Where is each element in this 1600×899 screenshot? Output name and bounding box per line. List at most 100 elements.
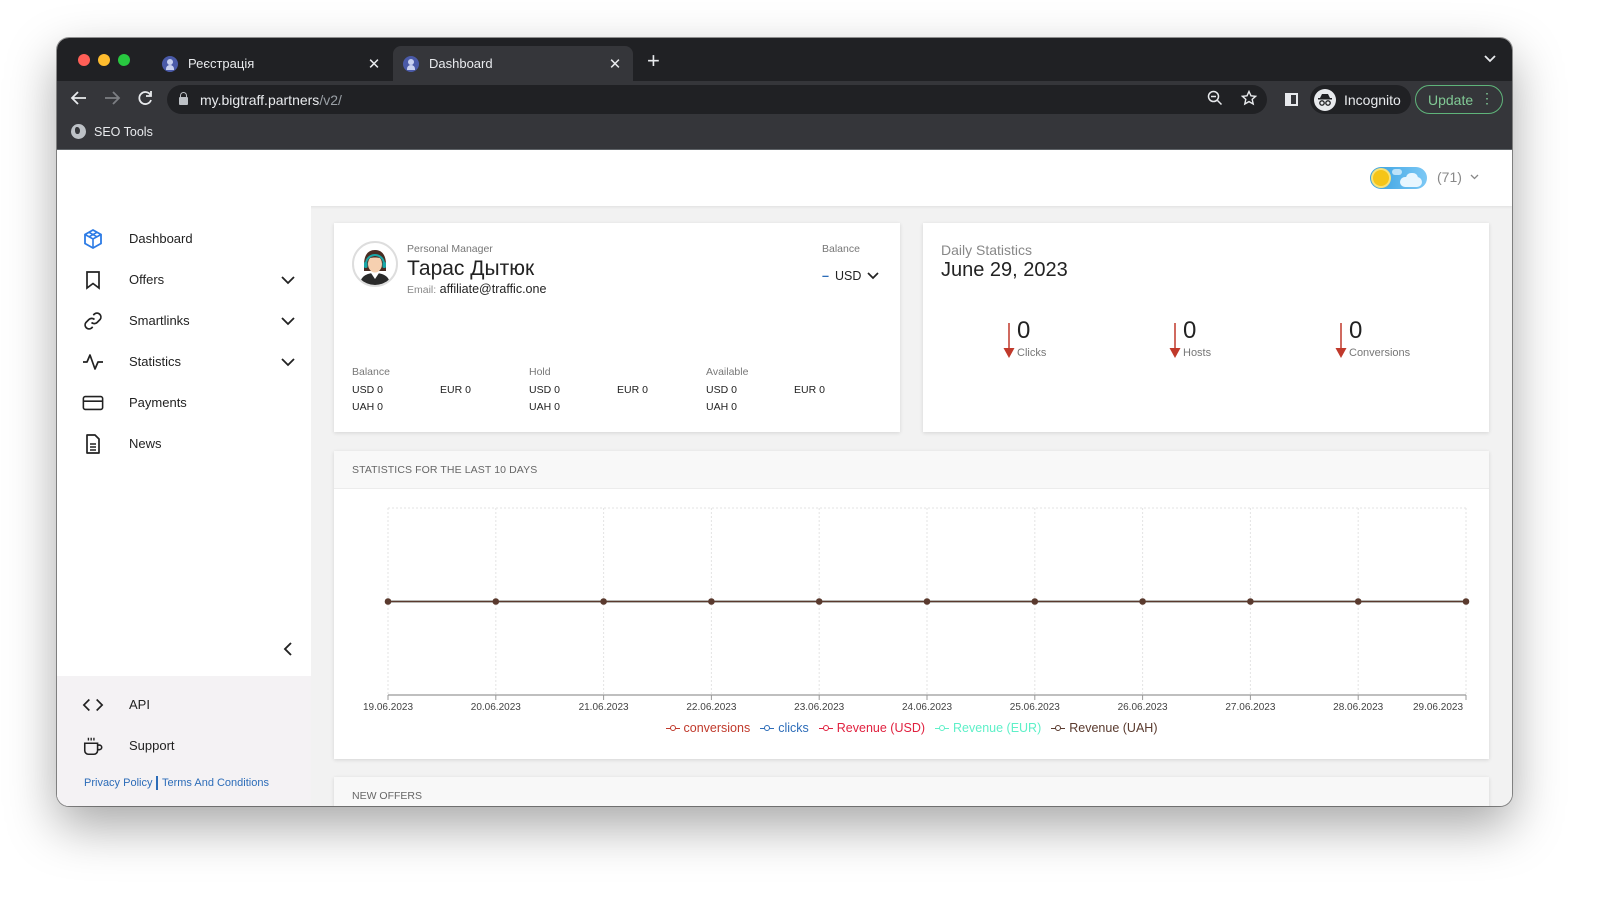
sidebar-item-dashboard[interactable]: Dashboard bbox=[57, 218, 311, 259]
notifications-count: (71) bbox=[1437, 169, 1462, 185]
sidebar-item-label: API bbox=[129, 697, 150, 712]
update-button[interactable]: Update ⋮ bbox=[1415, 85, 1503, 114]
bookmark-label: SEO Tools bbox=[94, 124, 153, 139]
currency-select[interactable]: – USD bbox=[822, 269, 879, 283]
sidebar-item-label: Payments bbox=[129, 395, 187, 410]
sidebar-item-support[interactable]: Support bbox=[57, 725, 311, 766]
more-menu-icon[interactable]: ⋮ bbox=[1480, 90, 1494, 107]
profile-button[interactable]: Incognito bbox=[1310, 85, 1411, 114]
x-tick-label: 24.06.2023 bbox=[902, 702, 952, 713]
sidebar-item-payments[interactable]: Payments bbox=[57, 382, 311, 423]
sidebar: Dashboard Offers Smartlinks Statistics P… bbox=[57, 206, 311, 806]
sidebar-item-smartlinks[interactable]: Smartlinks bbox=[57, 300, 311, 341]
x-tick-label: 27.06.2023 bbox=[1225, 702, 1275, 713]
profile-label: Incognito bbox=[1344, 91, 1401, 108]
sidebar-item-label: Offers bbox=[129, 272, 165, 287]
sidebar-item-label: Statistics bbox=[129, 354, 182, 369]
tab-search-chevron-icon[interactable] bbox=[1484, 52, 1496, 66]
user-menu[interactable]: (71) bbox=[1437, 169, 1479, 185]
legend-item[interactable]: conversions bbox=[665, 721, 751, 735]
arrow-down-icon bbox=[1335, 323, 1347, 358]
update-label: Update bbox=[1428, 91, 1474, 108]
close-window-button[interactable] bbox=[78, 54, 90, 66]
cloud-icon bbox=[1406, 173, 1418, 183]
bookmark-seo-tools[interactable]: SEO Tools bbox=[71, 124, 153, 139]
data-point bbox=[1462, 598, 1470, 605]
sidebar-item-api[interactable]: API bbox=[57, 684, 311, 725]
manager-card: Personal Manager Тарас Дытюк Email: affi… bbox=[334, 223, 900, 432]
close-tab-icon[interactable]: ✕ bbox=[607, 55, 623, 73]
theme-toggle[interactable] bbox=[1370, 167, 1427, 189]
legend-label: Revenue (EUR) bbox=[953, 721, 1042, 735]
legend-item[interactable]: Revenue (UAH) bbox=[1051, 721, 1157, 735]
manager-email-row: Email: affiliate@traffic.one bbox=[407, 282, 546, 296]
app-header: (71) bbox=[57, 150, 1512, 206]
stat-clicks: 0 Clicks bbox=[1003, 317, 1143, 367]
sidebar-item-label: News bbox=[129, 436, 162, 451]
privacy-policy-link[interactable]: Privacy Policy bbox=[84, 777, 152, 789]
sidebar-item-statistics[interactable]: Statistics bbox=[57, 341, 311, 382]
close-tab-icon[interactable]: ✕ bbox=[366, 55, 382, 73]
bookmark-star-icon[interactable] bbox=[1240, 89, 1258, 110]
legend-label: Revenue (UAH) bbox=[1069, 721, 1158, 735]
hold-eur: EUR 0 bbox=[617, 383, 648, 396]
manager-email[interactable]: affiliate@traffic.one bbox=[440, 282, 547, 296]
chevron-down-icon[interactable] bbox=[279, 353, 297, 371]
legend-marker-icon bbox=[818, 724, 833, 732]
chevron-down-icon[interactable] bbox=[279, 312, 297, 330]
back-button[interactable] bbox=[70, 89, 88, 111]
sidebar-item-label: Smartlinks bbox=[129, 313, 190, 328]
sidebar-item-offers[interactable]: Offers bbox=[57, 259, 311, 300]
data-point bbox=[923, 598, 931, 605]
stat-value: 0 bbox=[1017, 317, 1031, 344]
stat-value: 0 bbox=[1183, 317, 1197, 344]
chevron-down-icon bbox=[867, 272, 879, 280]
legend-item[interactable]: Revenue (USD) bbox=[818, 721, 925, 735]
tab-registration[interactable]: Реєстрація ✕ bbox=[152, 46, 392, 81]
data-point bbox=[1354, 598, 1362, 605]
legend-item[interactable]: clicks bbox=[760, 721, 809, 735]
daily-statistics-label: Daily Statistics bbox=[941, 242, 1033, 258]
site-favicon-icon bbox=[162, 55, 178, 72]
legend-label: conversions bbox=[683, 721, 751, 735]
collapse-sidebar-button[interactable] bbox=[279, 640, 297, 658]
x-tick-label: 23.06.2023 bbox=[794, 702, 844, 713]
browser-toolbar: my.bigtraff.partners/v2/ Incognito Updat… bbox=[57, 81, 1512, 118]
currency-select-label: Balance bbox=[822, 243, 860, 255]
balance-uah: UAH 0 bbox=[352, 400, 383, 413]
legend-marker-icon bbox=[665, 724, 680, 732]
zoom-out-icon[interactable] bbox=[1207, 90, 1223, 110]
tab-dashboard[interactable]: Dashboard ✕ bbox=[393, 46, 633, 81]
link-icon bbox=[82, 310, 104, 332]
available-eur: EUR 0 bbox=[794, 383, 825, 396]
reload-button[interactable] bbox=[136, 89, 154, 111]
lock-icon bbox=[179, 92, 188, 105]
statistics-chart-card: STATISTICS FOR THE LAST 10 DAYS 19.06.20… bbox=[334, 451, 1489, 759]
cube-icon bbox=[82, 228, 104, 250]
address-bar[interactable]: my.bigtraff.partners/v2/ bbox=[167, 85, 1267, 114]
site-favicon-icon bbox=[403, 55, 419, 72]
divider bbox=[156, 776, 158, 790]
maximize-window-button[interactable] bbox=[118, 54, 130, 66]
minimize-window-button[interactable] bbox=[98, 54, 110, 66]
terms-link[interactable]: Terms And Conditions bbox=[162, 777, 269, 789]
new-offers-card: NEW OFFERS bbox=[334, 777, 1489, 806]
x-tick-label: 19.06.2023 bbox=[363, 702, 413, 713]
side-panel-icon[interactable] bbox=[1285, 93, 1298, 106]
stat-label: Conversions bbox=[1349, 347, 1411, 359]
sidebar-item-news[interactable]: News bbox=[57, 423, 311, 464]
sun-icon bbox=[1373, 170, 1389, 186]
legend-item[interactable]: Revenue (EUR) bbox=[935, 721, 1041, 735]
chart-header: STATISTICS FOR THE LAST 10 DAYS bbox=[334, 451, 1489, 489]
data-point bbox=[1139, 598, 1146, 605]
document-icon bbox=[82, 433, 104, 455]
browser-window: Реєстрація ✕ Dashboard ✕ + my.bigtraff.p… bbox=[57, 38, 1512, 806]
x-tick-label: 25.06.2023 bbox=[1010, 702, 1060, 713]
chevron-down-icon[interactable] bbox=[279, 271, 297, 289]
balance-group: Balance USD 0 EUR 0 UAH 0 bbox=[352, 366, 528, 415]
legend-label: clicks bbox=[778, 721, 809, 735]
new-tab-button[interactable]: + bbox=[647, 50, 660, 72]
cloud-icon bbox=[1392, 169, 1402, 175]
forward-button[interactable] bbox=[103, 89, 121, 111]
new-offers-title: NEW OFFERS bbox=[352, 790, 422, 802]
